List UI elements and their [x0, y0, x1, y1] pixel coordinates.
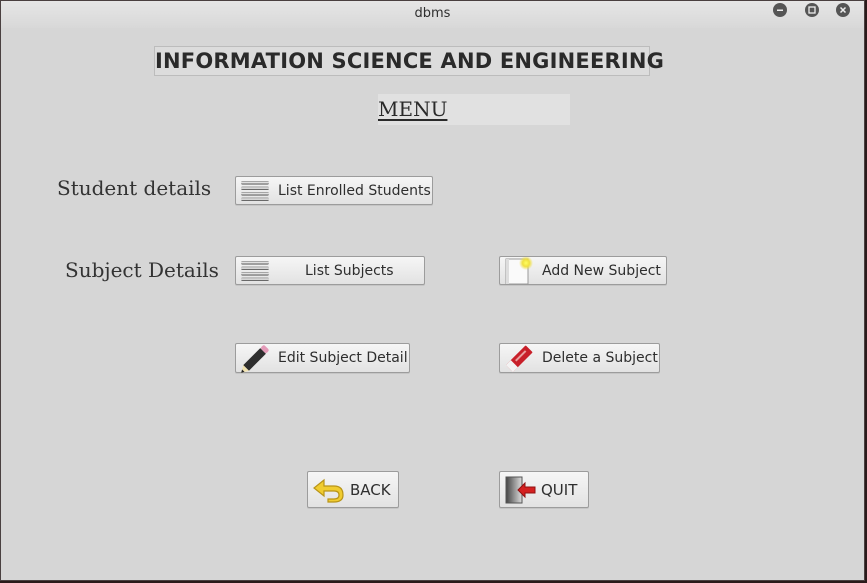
back-arrow-icon [312, 472, 346, 507]
window-title: dbms [414, 6, 451, 21]
maximize-button[interactable] [805, 3, 819, 17]
app-window: dbms INFORMATION SCIENCE AND ENGINEERING… [0, 0, 865, 581]
eraser-icon [503, 344, 537, 373]
minimize-icon [777, 9, 783, 11]
edit-subject-detail-button[interactable]: Edit Subject Detail [235, 343, 410, 373]
quit-label: QUIT [541, 480, 578, 499]
menu-label-text: MENU [378, 97, 448, 121]
pencil-icon [239, 344, 273, 373]
add-new-subject-button[interactable]: Add New Subject [499, 256, 667, 285]
list-icon [239, 257, 271, 284]
close-icon [839, 6, 847, 14]
student-details-label: Student details [57, 176, 212, 200]
list-subjects-label: List Subjects [305, 262, 394, 279]
quit-button[interactable]: QUIT [499, 471, 589, 508]
list-icon [239, 177, 271, 204]
exit-door-icon [504, 472, 538, 507]
maximize-icon [808, 6, 816, 14]
subject-details-label: Subject Details [65, 258, 219, 282]
department-heading: INFORMATION SCIENCE AND ENGINEERING [154, 46, 664, 76]
delete-subject-label: Delete a Subject [542, 350, 658, 366]
back-label: BACK [350, 480, 391, 499]
title-bar[interactable]: dbms [1, 1, 864, 28]
delete-subject-button[interactable]: Delete a Subject [499, 343, 660, 373]
minimize-button[interactable] [773, 3, 787, 17]
menu-label: MENU [378, 94, 570, 125]
add-new-subject-label: Add New Subject [542, 262, 661, 279]
new-document-icon [502, 256, 534, 284]
list-enrolled-students-label: List Enrolled Students [278, 182, 431, 199]
close-button[interactable] [836, 3, 850, 17]
list-enrolled-students-button[interactable]: List Enrolled Students [235, 176, 433, 205]
back-button[interactable]: BACK [307, 471, 399, 508]
edit-subject-detail-label: Edit Subject Detail [278, 350, 408, 366]
list-subjects-button[interactable]: List Subjects [235, 256, 425, 285]
